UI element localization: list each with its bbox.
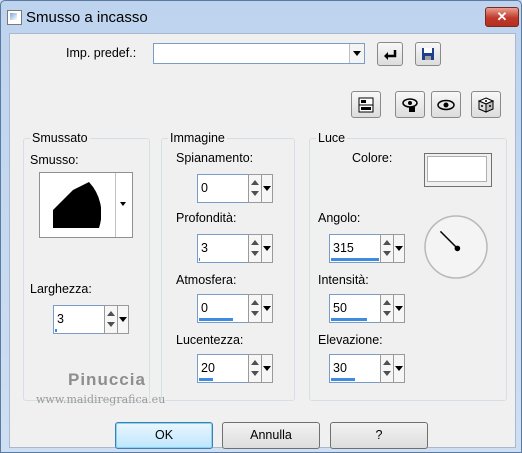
save-preset-button[interactable] (415, 42, 441, 66)
spianamento-up-down[interactable] (248, 174, 262, 203)
angolo-spinner[interactable]: 315 (329, 234, 405, 263)
profondita-dropdown[interactable] (261, 234, 273, 263)
larghezza-up-down[interactable] (104, 305, 118, 334)
preset-label: Imp. predef.: (66, 46, 137, 60)
angolo-label: Angolo: (318, 211, 361, 225)
luce-title: Luce (316, 131, 348, 145)
larghezza-value: 3 (57, 312, 64, 326)
profondita-value: 3 (201, 241, 208, 255)
intensita-up-down[interactable] (380, 294, 394, 323)
larghezza-label: Larghezza: (30, 282, 92, 296)
atmosfera-value: 0 (201, 301, 208, 315)
atmosfera-input[interactable]: 0 (197, 294, 249, 323)
eye-icon (437, 99, 455, 110)
angolo-input[interactable]: 315 (329, 234, 381, 263)
angle-dial[interactable] (423, 214, 489, 280)
angolo-value: 315 (333, 241, 354, 255)
elevazione-value: 30 (333, 361, 347, 375)
bevel-shape-picker[interactable] (39, 172, 133, 238)
larghezza-spinner[interactable]: 3 (53, 305, 129, 334)
atmosfera-level-bar (199, 318, 233, 321)
lucentezza-input[interactable]: 20 (197, 354, 249, 383)
title-bar[interactable]: Smusso a incasso ✕ (1, 1, 521, 35)
undo-arrow-icon (384, 50, 397, 60)
randomize-button[interactable] (471, 91, 501, 118)
lucentezza-spinner[interactable]: 20 (197, 354, 273, 383)
smussato-group: Smussato Smusso: Larghezza: 3 (23, 131, 150, 401)
window-title: Smusso a incasso (26, 9, 148, 26)
app-icon (7, 10, 22, 25)
color-swatch-fill (427, 156, 487, 182)
watermark-name: Pinuccia (68, 370, 146, 389)
lucentezza-label: Lucentezza: (176, 333, 244, 347)
chevron-down-icon[interactable] (115, 173, 132, 237)
elevazione-up-down[interactable] (380, 354, 394, 383)
intensita-input[interactable]: 50 (329, 294, 381, 323)
atmosfera-up-down[interactable] (248, 294, 262, 323)
smussato-title: Smussato (30, 131, 90, 145)
auto-proof-button[interactable] (395, 91, 425, 118)
angolo-level-bar (331, 258, 379, 261)
floppy-disk-icon (422, 48, 434, 60)
spianamento-dropdown[interactable] (261, 174, 273, 203)
elevazione-level-bar (331, 378, 355, 381)
eye-lock-icon (402, 97, 418, 112)
angolo-dropdown[interactable] (393, 234, 405, 263)
dice-icon (478, 96, 494, 113)
help-button[interactable]: ? (330, 422, 428, 449)
layout-grid-icon (358, 97, 374, 112)
intensita-value: 50 (333, 301, 347, 315)
elevazione-label: Elevazione: (318, 333, 383, 347)
atmosfera-dropdown[interactable] (261, 294, 273, 323)
dialog-client: Imp. predef.: Smussato Smusso: Larghezza… (9, 33, 516, 449)
profondita-up-down[interactable] (248, 234, 262, 263)
preset-dropdown[interactable] (153, 43, 365, 64)
lucentezza-value: 20 (201, 361, 215, 375)
elevazione-input[interactable]: 30 (329, 354, 381, 383)
angolo-up-down[interactable] (380, 234, 394, 263)
profondita-input[interactable]: 3 (197, 234, 249, 263)
close-button[interactable]: ✕ (485, 7, 519, 27)
watermark-url: www.maidiregrafica.eu (36, 393, 166, 406)
larghezza-dropdown[interactable] (117, 305, 129, 334)
spianamento-value: 0 (201, 181, 208, 195)
ok-button[interactable]: OK (115, 422, 213, 449)
intensita-label: Intensità: (318, 273, 369, 287)
spianamento-input[interactable]: 0 (197, 174, 249, 203)
immagine-group: Immagine Spianamento: 0 Profondità: 3 At… (161, 131, 295, 401)
profondita-spinner[interactable]: 3 (197, 234, 273, 263)
elevazione-spinner[interactable]: 30 (329, 354, 405, 383)
intensita-level-bar (331, 318, 367, 321)
cancel-button[interactable]: Annulla (222, 422, 320, 449)
elevazione-dropdown[interactable] (393, 354, 405, 383)
dialog-window: Smusso a incasso ✕ Imp. predef.: Smussat… (0, 0, 522, 453)
smusso-label: Smusso: (30, 153, 79, 167)
bevel-shape-preview (53, 182, 101, 228)
luce-group: Luce Colore: Angolo: 315 Intensità: 50 E… (309, 131, 507, 401)
intensita-dropdown[interactable] (393, 294, 405, 323)
lucentezza-level-bar (199, 378, 213, 381)
immagine-title: Immagine (168, 131, 227, 145)
atmosfera-spinner[interactable]: 0 (197, 294, 273, 323)
proof-button[interactable] (431, 91, 461, 118)
toggle-preview-button[interactable] (351, 91, 381, 118)
reset-preset-button[interactable] (377, 42, 403, 66)
larghezza-level-bar (55, 329, 57, 332)
lucentezza-dropdown[interactable] (261, 354, 273, 383)
profondita-level-bar (199, 258, 200, 261)
spianamento-spinner[interactable]: 0 (197, 174, 273, 203)
colore-label: Colore: (352, 151, 393, 165)
lucentezza-up-down[interactable] (248, 354, 262, 383)
profondita-label: Profondità: (176, 211, 237, 225)
color-swatch[interactable] (424, 153, 492, 187)
spianamento-label: Spianamento: (176, 151, 254, 165)
larghezza-input[interactable]: 3 (53, 305, 105, 334)
atmosfera-label: Atmosfera: (176, 273, 237, 287)
chevron-down-icon[interactable] (349, 44, 364, 63)
intensita-spinner[interactable]: 50 (329, 294, 405, 323)
